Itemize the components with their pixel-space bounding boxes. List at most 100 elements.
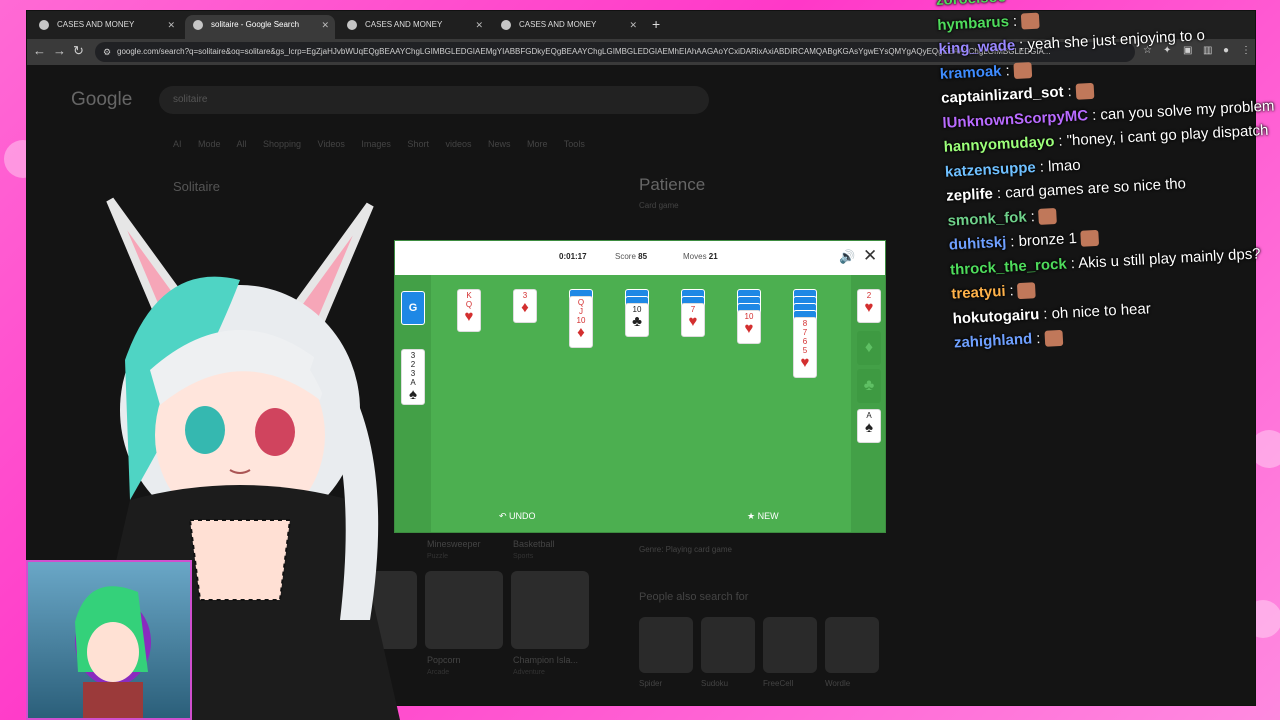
game-tile[interactable] bbox=[511, 571, 589, 649]
chat-username[interactable]: throck_the_rock bbox=[950, 255, 1067, 278]
chat-username[interactable]: hokutogairu bbox=[952, 306, 1039, 328]
emote-icon bbox=[1038, 207, 1058, 225]
tableau-card[interactable]: 10 ♥ bbox=[737, 310, 761, 344]
emote-icon bbox=[1020, 12, 1040, 30]
chat-message: kramoak: bbox=[939, 61, 1033, 83]
new-tab-button[interactable]: + bbox=[652, 16, 660, 32]
card-suit: ♦ bbox=[521, 299, 529, 316]
foundation-diamonds[interactable]: ♦ bbox=[857, 331, 881, 365]
new-game-button[interactable]: ★ NEW bbox=[747, 511, 779, 522]
moves: Moves 21 bbox=[683, 252, 718, 261]
chat-username[interactable]: treatyui bbox=[951, 283, 1006, 303]
chat-text: : bbox=[1009, 282, 1015, 300]
volume-icon[interactable]: 🔊 bbox=[839, 249, 855, 265]
chat-username[interactable]: hannyomudayo bbox=[943, 133, 1055, 156]
foundation-clubs[interactable]: ♣ bbox=[857, 369, 881, 403]
chat-username[interactable]: kramoak bbox=[939, 62, 1002, 82]
chat-message: katzensuppe: lmao bbox=[945, 156, 1081, 180]
chat-username[interactable]: smonk_fok bbox=[947, 208, 1027, 229]
chat-username[interactable]: king_wade bbox=[938, 37, 1015, 58]
chrome-icon bbox=[347, 20, 357, 30]
tab-cases-3[interactable]: CASES AND MONEY ✕ bbox=[493, 15, 643, 39]
chat-username[interactable]: zoroelsoe bbox=[936, 0, 1007, 9]
card-rank: 6 bbox=[802, 337, 808, 346]
chat-username[interactable]: katzensuppe bbox=[945, 159, 1037, 181]
chat-text bbox=[1010, 0, 1011, 5]
chat-message: smonk_fok: bbox=[947, 206, 1058, 229]
tableau-card[interactable]: 8 7 6 5 ♥ bbox=[793, 317, 817, 378]
stream-chat: zoroelsoe hymbarus: king_wade: yeah she ju… bbox=[936, 0, 1280, 419]
tab-cases-1[interactable]: CASES AND MONEY ✕ bbox=[31, 15, 181, 39]
card-rank: Q bbox=[577, 298, 585, 307]
chat-text: : card games are so nice tho bbox=[996, 175, 1187, 203]
foundation-spades[interactable]: A ♠ bbox=[857, 409, 881, 443]
chat-text: : can you solve my problem bbox=[1091, 96, 1275, 124]
close-tab-icon[interactable]: ✕ bbox=[629, 15, 637, 35]
google-logo[interactable]: Google bbox=[71, 89, 132, 111]
knowledge-panel-subtitle: Card game bbox=[639, 201, 679, 210]
chat-text: : bbox=[1030, 207, 1036, 225]
related-label[interactable]: Wordle bbox=[825, 679, 850, 688]
solitaire-game[interactable]: 0:01:17 Score 85 Moves 21 🔊 ✕ G 3 2 3 A ♠ 2 ♥… bbox=[394, 240, 886, 533]
chat-message: treatyui: bbox=[951, 281, 1037, 303]
genre-info: Genre: Playing card game bbox=[639, 545, 732, 554]
chrome-icon bbox=[501, 20, 511, 30]
people-also-search-heading: People also search for bbox=[639, 591, 749, 603]
chat-text: : Akis u still play mainly dps? bbox=[1070, 244, 1261, 272]
chat-username[interactable]: duhitskj bbox=[948, 234, 1006, 254]
chat-text: : bbox=[1012, 12, 1018, 30]
chat-username[interactable]: zahighland bbox=[954, 330, 1033, 351]
related-thumb[interactable] bbox=[639, 617, 693, 673]
tableau-card[interactable]: 7 ♥ bbox=[681, 303, 705, 337]
foundation-hearts[interactable]: 2 ♥ bbox=[857, 289, 881, 323]
chat-text: : bronze 1 bbox=[1009, 229, 1078, 251]
related-thumb[interactable] bbox=[763, 617, 817, 673]
chat-text: : yeah she just enjoying to o bbox=[1018, 26, 1206, 54]
reload-icon[interactable]: ↻ bbox=[73, 43, 84, 59]
chat-text: : lmao bbox=[1039, 156, 1081, 176]
forward-icon[interactable]: → bbox=[53, 43, 66, 58]
chat-message: zeplife: card games are so nice tho bbox=[946, 175, 1187, 205]
chat-text: : oh nice to hear bbox=[1042, 299, 1152, 323]
related-thumb[interactable] bbox=[701, 617, 755, 673]
back-icon[interactable]: ← bbox=[33, 43, 46, 58]
undo-button[interactable]: ↶ UNDO bbox=[499, 511, 536, 522]
chat-username[interactable]: captainlizard_sot bbox=[941, 83, 1064, 106]
tableau-card[interactable]: K Q ♥ bbox=[457, 289, 481, 332]
card-rank: 7 bbox=[802, 328, 808, 337]
tab-solitaire[interactable]: solitaire - Google Search ✕ bbox=[185, 15, 335, 39]
tableau-card[interactable]: Q J 10 ♦ bbox=[569, 296, 593, 348]
chat-message: captainlizard_sot: bbox=[941, 82, 1095, 107]
related-label[interactable]: Sudoku bbox=[701, 679, 728, 688]
card-rank: J bbox=[579, 307, 583, 316]
chat-text: : "honey, i cant go play dispatch bbox=[1057, 121, 1269, 150]
card-rank: K bbox=[466, 291, 472, 300]
related-thumb[interactable] bbox=[825, 617, 879, 673]
chat-message: duhitskj: bronze 1 bbox=[948, 229, 1100, 254]
related-label[interactable]: Spider bbox=[639, 679, 662, 688]
game-tile-label[interactable]: Champion Isla... bbox=[513, 655, 578, 665]
chat-username[interactable]: zeplife bbox=[946, 185, 994, 204]
tab-cases-2[interactable]: CASES AND MONEY ✕ bbox=[339, 15, 489, 39]
close-tab-icon[interactable]: ✕ bbox=[475, 15, 483, 35]
card-suit: ♥ bbox=[464, 308, 474, 325]
search-tabs[interactable]: AI Mode All Shopping Videos Images Short… bbox=[173, 139, 585, 149]
tableau-card[interactable]: 3 ♦ bbox=[513, 289, 537, 323]
card-suit: ♥ bbox=[688, 313, 698, 330]
chat-username[interactable]: hymbarus bbox=[937, 13, 1009, 34]
related-label[interactable]: FreeCell bbox=[763, 679, 793, 688]
card-suit: ♥ bbox=[800, 354, 810, 371]
google-icon bbox=[193, 20, 203, 30]
chat-username[interactable]: lUnknownScorpyMC bbox=[942, 107, 1089, 132]
tableau-card[interactable]: 10 ♣ bbox=[625, 303, 649, 337]
game-header: 0:01:17 Score 85 Moves 21 🔊 ✕ bbox=[395, 241, 885, 275]
webcam-avatar bbox=[75, 586, 151, 718]
game-tile-label[interactable]: Basketball bbox=[513, 539, 555, 549]
card-suit: ♦ bbox=[577, 324, 585, 341]
search-input[interactable]: solitaire bbox=[159, 86, 709, 114]
site-info-icon[interactable]: ⚙ bbox=[103, 42, 111, 62]
close-icon[interactable]: ✕ bbox=[863, 246, 877, 266]
close-tab-icon[interactable]: ✕ bbox=[321, 15, 329, 35]
close-tab-icon[interactable]: ✕ bbox=[167, 15, 175, 35]
timer: 0:01:17 bbox=[559, 252, 587, 261]
